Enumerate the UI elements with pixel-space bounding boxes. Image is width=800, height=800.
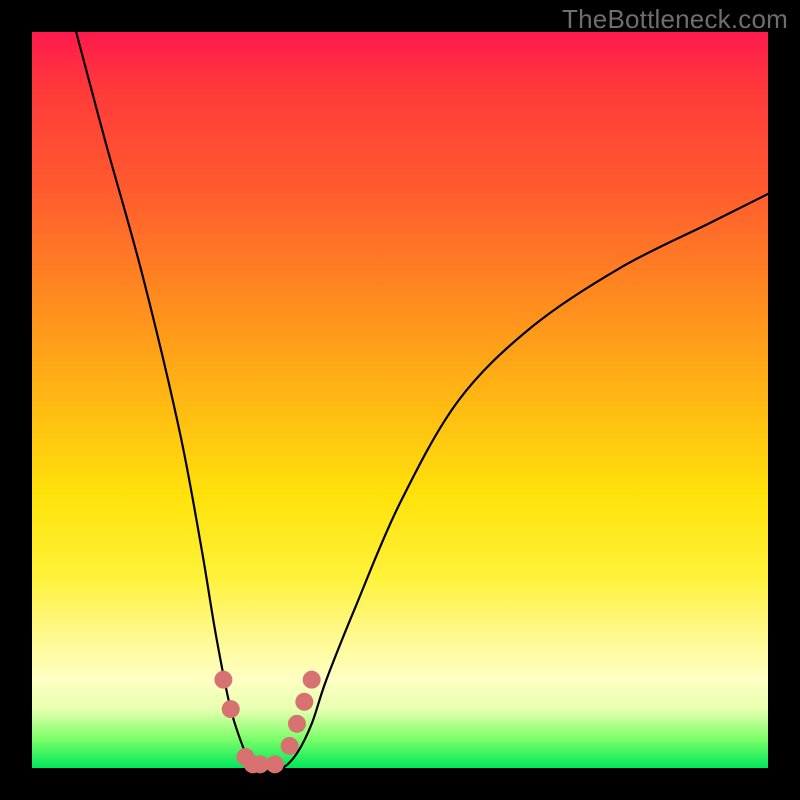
highlight-dot [214,671,232,689]
highlight-dot [266,755,284,773]
bottleneck-curve [76,32,768,769]
watermark-text: TheBottleneck.com [562,4,788,35]
highlight-dot [295,693,313,711]
plot-area [32,32,768,768]
highlight-dot [281,737,299,755]
highlight-dot [288,715,306,733]
highlight-dots [214,671,320,774]
highlight-dot [303,671,321,689]
curve-svg [32,32,768,768]
highlight-dot [222,700,240,718]
chart-container: TheBottleneck.com [0,0,800,800]
